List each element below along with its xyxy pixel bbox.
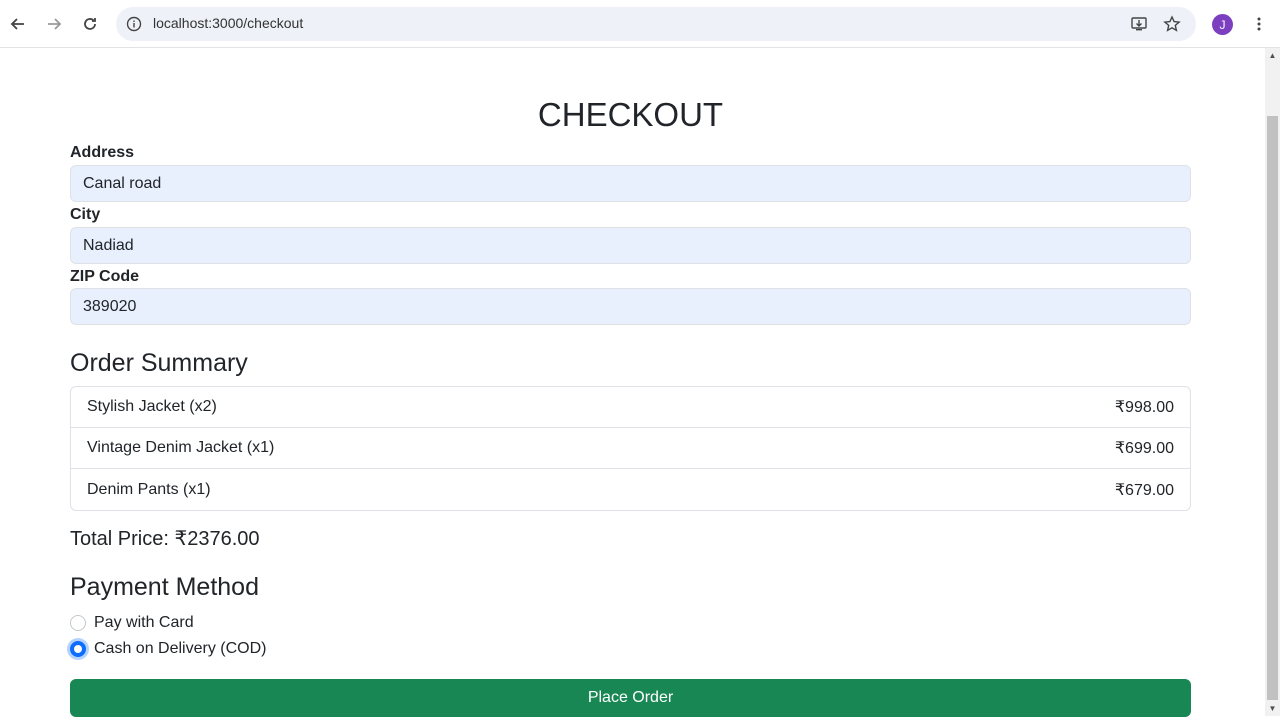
radio-button-selected[interactable]: [70, 641, 86, 657]
menu-kebab-icon[interactable]: [1245, 10, 1273, 38]
page-title: CHECKOUT: [537, 96, 724, 133]
payment-method-heading: Payment Method: [70, 573, 259, 601]
payment-option-cod[interactable]: Cash on Delivery (COD): [70, 638, 266, 660]
profile-avatar[interactable]: J: [1212, 14, 1233, 35]
item-name: Stylish Jacket (x2): [87, 398, 217, 415]
list-item: Denim Pants (x1) ₹679.00: [71, 469, 1190, 510]
browser-toolbar: localhost:3000/checkout J: [0, 0, 1280, 48]
order-summary-list: Stylish Jacket (x2) ₹998.00 Vintage Deni…: [70, 386, 1191, 511]
payment-option-label[interactable]: Cash on Delivery (COD): [94, 640, 266, 658]
item-price: ₹679.00: [1114, 481, 1174, 499]
zip-field[interactable]: 389020: [70, 288, 1191, 325]
list-item: Stylish Jacket (x2) ₹998.00: [71, 387, 1190, 428]
radio-button[interactable]: [70, 615, 86, 631]
address-label: Address: [70, 144, 135, 161]
order-summary-heading: Order Summary: [70, 349, 248, 377]
payment-option-label[interactable]: Pay with Card: [94, 614, 194, 632]
item-name: Denim Pants (x1): [87, 480, 211, 498]
address-bar[interactable]: localhost:3000/checkout: [116, 7, 1196, 41]
payment-option-card[interactable]: Pay with Card: [70, 612, 194, 634]
install-app-icon[interactable]: [1128, 13, 1150, 35]
scroll-down-arrow-icon[interactable]: ▼: [1267, 703, 1278, 715]
item-price: ₹699.00: [1114, 440, 1174, 457]
list-item: Vintage Denim Jacket (x1) ₹699.00: [71, 428, 1190, 469]
address-field[interactable]: Canal road: [70, 165, 1191, 202]
reload-icon[interactable]: [76, 10, 104, 38]
back-icon[interactable]: [4, 10, 32, 38]
bookmark-star-icon[interactable]: [1161, 13, 1183, 35]
item-name: Vintage Denim Jacket (x1): [87, 439, 275, 456]
site-info-icon[interactable]: [124, 14, 144, 34]
place-order-button[interactable]: Place Order: [70, 679, 1191, 717]
city-field[interactable]: Nadiad: [70, 227, 1191, 264]
scrollbar-thumb[interactable]: [1267, 116, 1278, 700]
zip-label: ZIP Code: [70, 268, 140, 285]
total-price: Total Price: ₹2376.00: [70, 528, 260, 550]
scroll-up-arrow-icon[interactable]: ▲: [1267, 50, 1278, 62]
item-price: ₹998.00: [1114, 399, 1174, 416]
url-text[interactable]: localhost:3000/checkout: [153, 15, 303, 31]
city-label: City: [70, 206, 101, 223]
forward-icon[interactable]: [40, 10, 68, 38]
